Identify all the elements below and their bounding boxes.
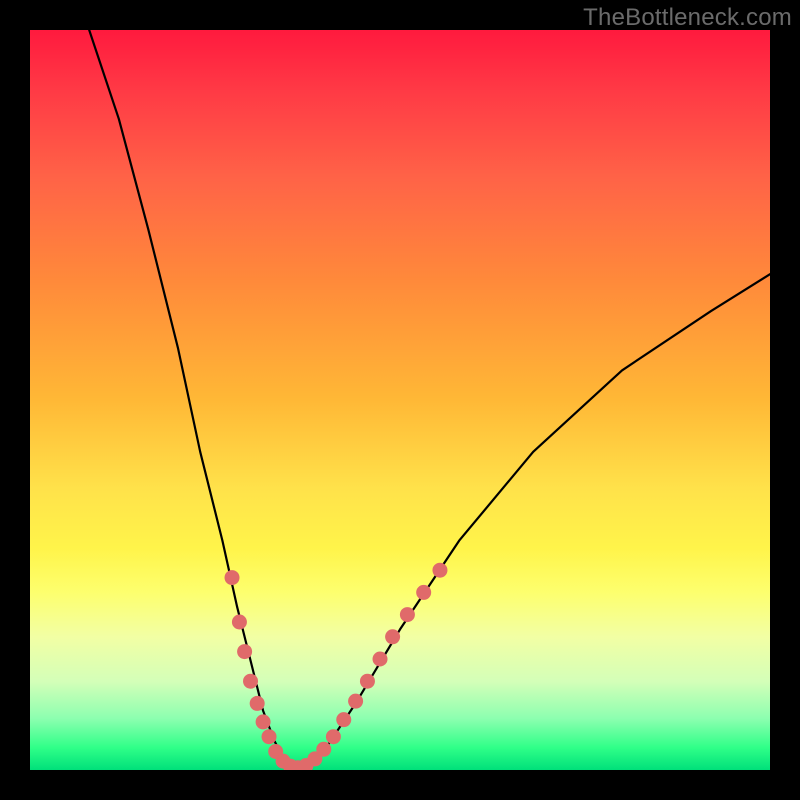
- curve-marker: [243, 674, 258, 689]
- curve-marker: [385, 629, 400, 644]
- chart-frame: TheBottleneck.com: [0, 0, 800, 800]
- curve-marker: [237, 644, 252, 659]
- bottleneck-curve: [89, 30, 770, 770]
- curve-marker: [348, 694, 363, 709]
- curve-marker: [250, 696, 265, 711]
- curve-marker: [360, 674, 375, 689]
- curve-marker: [262, 729, 277, 744]
- curve-marker: [232, 615, 247, 630]
- curve-marker: [432, 563, 447, 578]
- curve-marker: [326, 729, 341, 744]
- curve-marker: [400, 607, 415, 622]
- watermark-text: TheBottleneck.com: [583, 4, 792, 32]
- chart-svg: [30, 30, 770, 770]
- curve-marker: [336, 712, 351, 727]
- curve-marker: [256, 714, 271, 729]
- curve-marker: [373, 652, 388, 667]
- chart-plot-area: [30, 30, 770, 770]
- curve-markers: [225, 563, 448, 770]
- curve-marker: [416, 585, 431, 600]
- curve-marker: [316, 742, 331, 757]
- curve-marker: [225, 570, 240, 585]
